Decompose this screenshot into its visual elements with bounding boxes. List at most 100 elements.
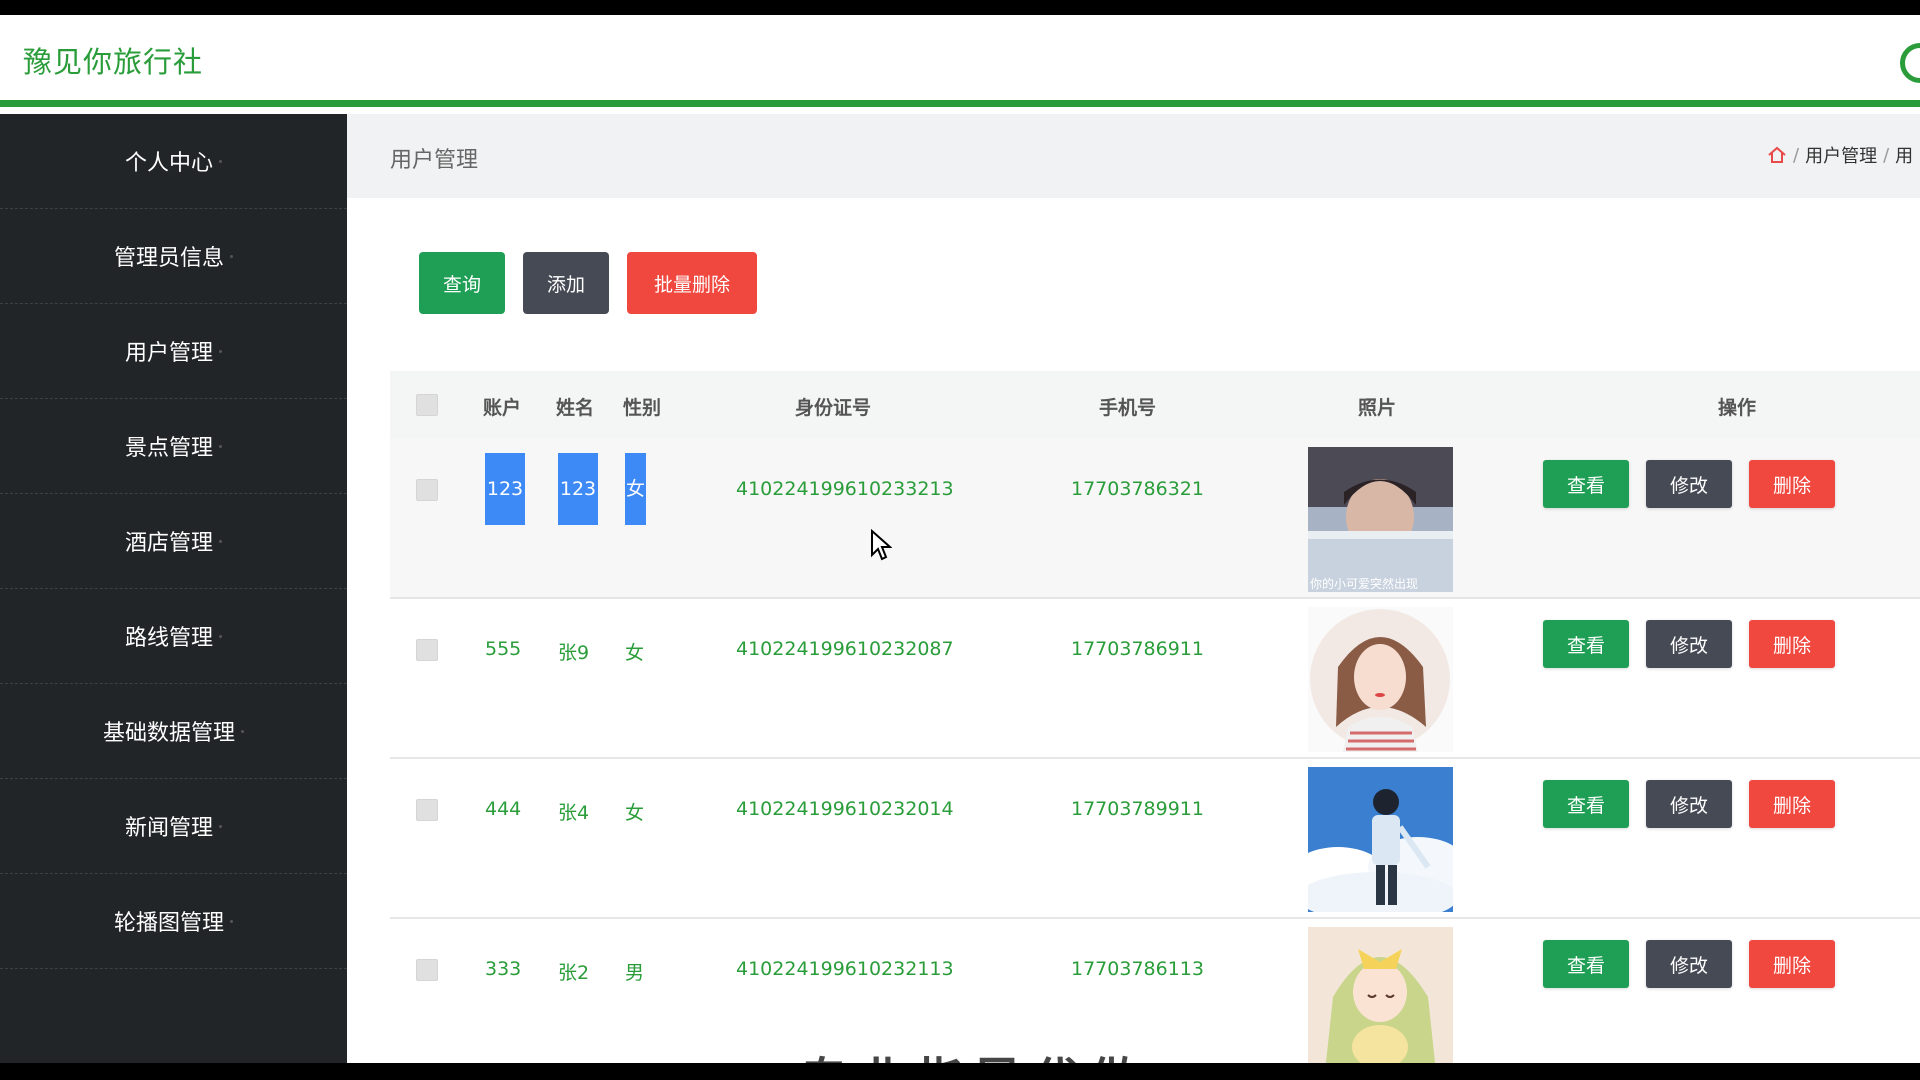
dot-icon	[219, 634, 222, 638]
phone-cell: 17703786113	[1071, 958, 1204, 980]
dot-icon	[219, 159, 222, 163]
user-photo[interactable]	[1308, 767, 1453, 912]
delete-button[interactable]: 删除	[1749, 460, 1835, 508]
dot-icon	[241, 729, 244, 733]
delete-button[interactable]: 删除	[1749, 780, 1835, 828]
dot-icon	[230, 919, 233, 923]
home-icon[interactable]	[1767, 145, 1787, 165]
view-button[interactable]: 查看	[1543, 460, 1629, 508]
name-cell: 张2	[558, 962, 590, 984]
sidebar-item-admin-info[interactable]: 管理员信息	[0, 209, 347, 304]
dot-icon	[219, 349, 222, 353]
column-header-id-number: 身份证号	[795, 397, 872, 419]
select-all-checkbox[interactable]	[416, 394, 438, 416]
table-header: 账户 姓名 性别 身份证号 手机号 照片 操作	[390, 371, 1920, 439]
row-checkbox[interactable]	[416, 639, 438, 661]
app-frame: 豫见你旅行社 个人中心 管理员信息 用户管理 景点管理 酒店管理 路线管理 基础…	[0, 15, 1920, 1063]
id-number-cell: 410224199610233213	[736, 478, 954, 500]
mouse-cursor-icon	[871, 529, 892, 561]
id-number-cell: 410224199610232087	[736, 638, 954, 660]
sidebar-item-scenic-management[interactable]: 景点管理	[0, 399, 347, 494]
column-header-actions: 操作	[1718, 397, 1757, 419]
phone-cell: 17703786321	[1071, 478, 1204, 500]
name-cell: 张9	[558, 642, 590, 664]
breadcrumb-item[interactable]: 用	[1895, 142, 1913, 168]
top-header: 豫见你旅行社	[0, 15, 1920, 107]
edit-button[interactable]: 修改	[1646, 940, 1732, 988]
dot-icon	[219, 539, 222, 543]
sidebar-item-basic-data-management[interactable]: 基础数据管理	[0, 684, 347, 779]
phone-cell: 17703789911	[1071, 798, 1204, 820]
breadcrumb-item[interactable]: 用户管理	[1805, 142, 1877, 168]
view-button[interactable]: 查看	[1543, 780, 1629, 828]
edit-button[interactable]: 修改	[1646, 780, 1732, 828]
sidebar-item-news-management[interactable]: 新闻管理	[0, 779, 347, 874]
name-cell: 123	[558, 453, 598, 525]
edit-button[interactable]: 修改	[1646, 620, 1732, 668]
gender-cell: 女	[625, 453, 646, 525]
table-row: 555 张9 女 410224199610232087 17703786911	[390, 599, 1920, 759]
name-cell: 张4	[558, 802, 590, 824]
sidebar: 个人中心 管理员信息 用户管理 景点管理 酒店管理 路线管理 基础数据管理 新闻…	[0, 114, 347, 1063]
photo-caption: 你的小可爱突然出现	[1310, 577, 1419, 591]
sidebar-item-hotel-management[interactable]: 酒店管理	[0, 494, 347, 589]
account-cell: 123	[485, 453, 525, 525]
edit-button[interactable]: 修改	[1646, 460, 1732, 508]
sidebar-item-label: 个人中心	[124, 151, 213, 176]
sidebar-item-label: 管理员信息	[113, 246, 224, 271]
column-header-photo: 照片	[1358, 397, 1397, 419]
view-button[interactable]: 查看	[1543, 940, 1629, 988]
add-button[interactable]: 添加	[523, 252, 609, 314]
view-button[interactable]: 查看	[1543, 620, 1629, 668]
page-title: 用户管理	[390, 148, 479, 173]
column-header-phone: 手机号	[1099, 397, 1157, 419]
search-button[interactable]: 查询	[419, 252, 505, 314]
brand-title: 豫见你旅行社	[23, 45, 204, 79]
row-checkbox[interactable]	[416, 959, 438, 981]
delete-button[interactable]: 删除	[1749, 620, 1835, 668]
account-cell: 555	[485, 638, 522, 660]
table-row: 123 123 女 410224199610233213 17703786321…	[390, 439, 1920, 599]
user-photo[interactable]	[1308, 607, 1453, 752]
column-header-gender: 性别	[623, 397, 662, 419]
dot-icon	[230, 254, 233, 258]
row-checkbox[interactable]	[416, 799, 438, 821]
breadcrumb: / 用户管理 / 用	[1767, 142, 1913, 168]
sidebar-item-label: 新闻管理	[124, 816, 213, 841]
row-actions: 查看 修改 删除	[1543, 460, 1835, 508]
page-header-bar: 用户管理 / 用户管理 / 用	[347, 114, 1920, 198]
dot-icon	[219, 824, 222, 828]
sidebar-item-label: 景点管理	[124, 436, 213, 461]
sidebar-item-label: 基础数据管理	[102, 721, 235, 746]
sidebar-item-label: 轮播图管理	[113, 911, 224, 936]
user-photo[interactable]	[1308, 927, 1453, 1063]
column-header-account: 账户	[483, 397, 522, 419]
toolbar: 查询 添加 批量删除	[419, 252, 757, 314]
batch-delete-button[interactable]: 批量删除	[627, 252, 757, 314]
sidebar-item-route-management[interactable]: 路线管理	[0, 589, 347, 684]
table-row: 444 张4 女 410224199610232014 17703789911	[390, 759, 1920, 919]
user-photo[interactable]: 你的小可爱突然出现	[1308, 447, 1453, 592]
user-avatar-icon[interactable]	[1900, 43, 1920, 83]
main-content: 用户管理 / 用户管理 / 用 查询 添加 批量删除 账户 姓名 性别 身份证号…	[347, 114, 1920, 1063]
sidebar-item-label: 酒店管理	[124, 531, 213, 556]
sidebar-item-user-management[interactable]: 用户管理	[0, 304, 347, 399]
delete-button[interactable]: 删除	[1749, 940, 1835, 988]
account-cell: 444	[485, 798, 522, 820]
sidebar-item-label: 路线管理	[124, 626, 213, 651]
id-number-cell: 410224199610232113	[736, 958, 954, 980]
id-number-cell: 410224199610232014	[736, 798, 954, 820]
column-header-name: 姓名	[556, 397, 595, 419]
row-checkbox[interactable]	[416, 479, 438, 501]
sidebar-item-personal-center[interactable]: 个人中心	[0, 114, 347, 209]
gender-cell: 女	[625, 642, 645, 664]
gender-cell: 女	[625, 802, 645, 824]
sidebar-item-carousel-management[interactable]: 轮播图管理	[0, 874, 347, 969]
account-cell: 333	[485, 958, 522, 980]
row-actions: 查看 修改 删除	[1543, 940, 1835, 988]
phone-cell: 17703786911	[1071, 638, 1204, 660]
dot-icon	[219, 444, 222, 448]
row-actions: 查看 修改 删除	[1543, 620, 1835, 668]
watermark-text: 专业指导代做	[800, 1041, 1148, 1063]
user-table: 账户 姓名 性别 身份证号 手机号 照片 操作 123 123 女 410224…	[390, 371, 1920, 1063]
